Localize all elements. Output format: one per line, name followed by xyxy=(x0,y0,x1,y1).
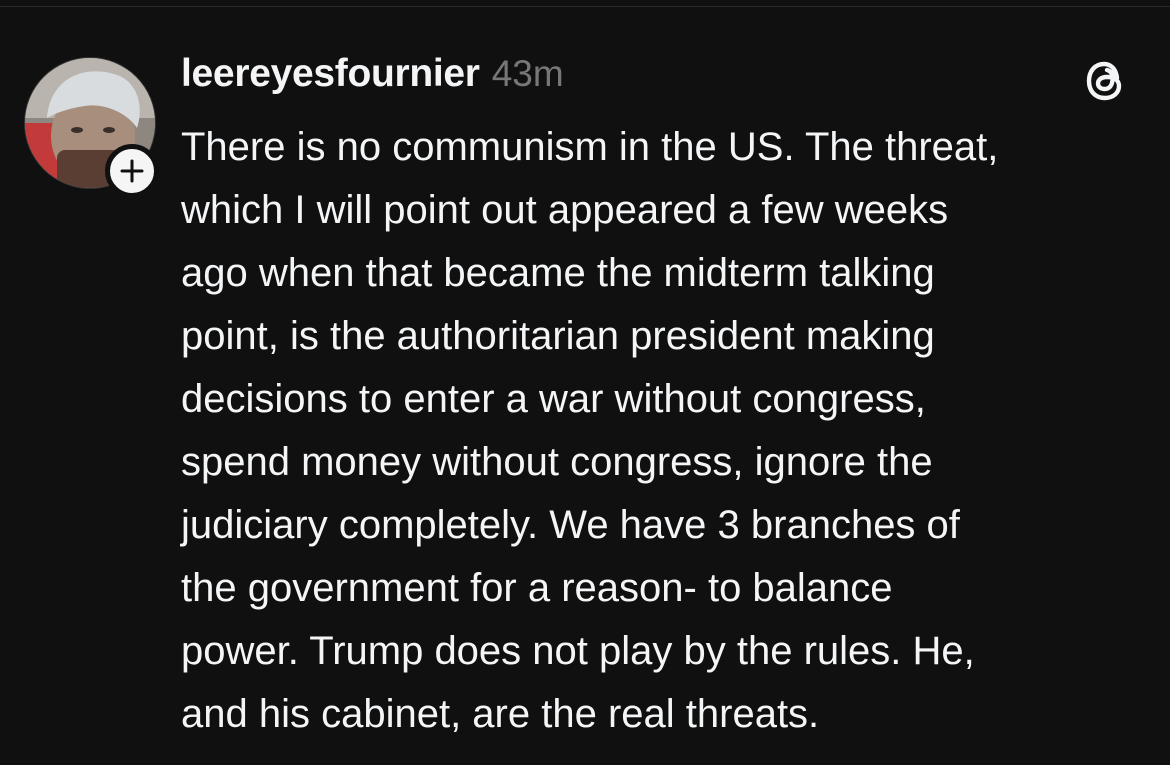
post-body: There is no communism in the US. The thr… xyxy=(181,116,1141,746)
avatar-container xyxy=(24,57,159,198)
post-text-line: There is no communism in the US. The thr… xyxy=(181,125,999,169)
post-text-line: power. Trump does not play by the rules.… xyxy=(181,629,975,673)
plus-icon xyxy=(120,159,144,183)
post-text-line: the government for a reason- to balance xyxy=(181,566,893,610)
post-text-line: and his cabinet, are the real threats. xyxy=(181,692,820,736)
post-text-line: ago when that became the midterm talking xyxy=(181,251,935,295)
post-text-line: judiciary completely. We have 3 branches… xyxy=(181,503,960,547)
post-text-line: spend money without congress, ignore the xyxy=(181,440,933,484)
post-text-line: decisions to enter a war without congres… xyxy=(181,377,926,421)
follow-button[interactable] xyxy=(105,144,159,198)
post-header: leereyesfournier 43m xyxy=(181,52,564,102)
username-link[interactable]: leereyesfournier xyxy=(181,52,480,96)
post-text-line: point, is the authoritarian president ma… xyxy=(181,314,935,358)
post-text-line: which I will point out appeared a few we… xyxy=(181,188,949,232)
post-timestamp[interactable]: 43m xyxy=(492,53,564,95)
threads-logo-icon[interactable] xyxy=(1080,54,1132,106)
post-card: leereyesfournier 43m There is no communi… xyxy=(0,0,1170,765)
